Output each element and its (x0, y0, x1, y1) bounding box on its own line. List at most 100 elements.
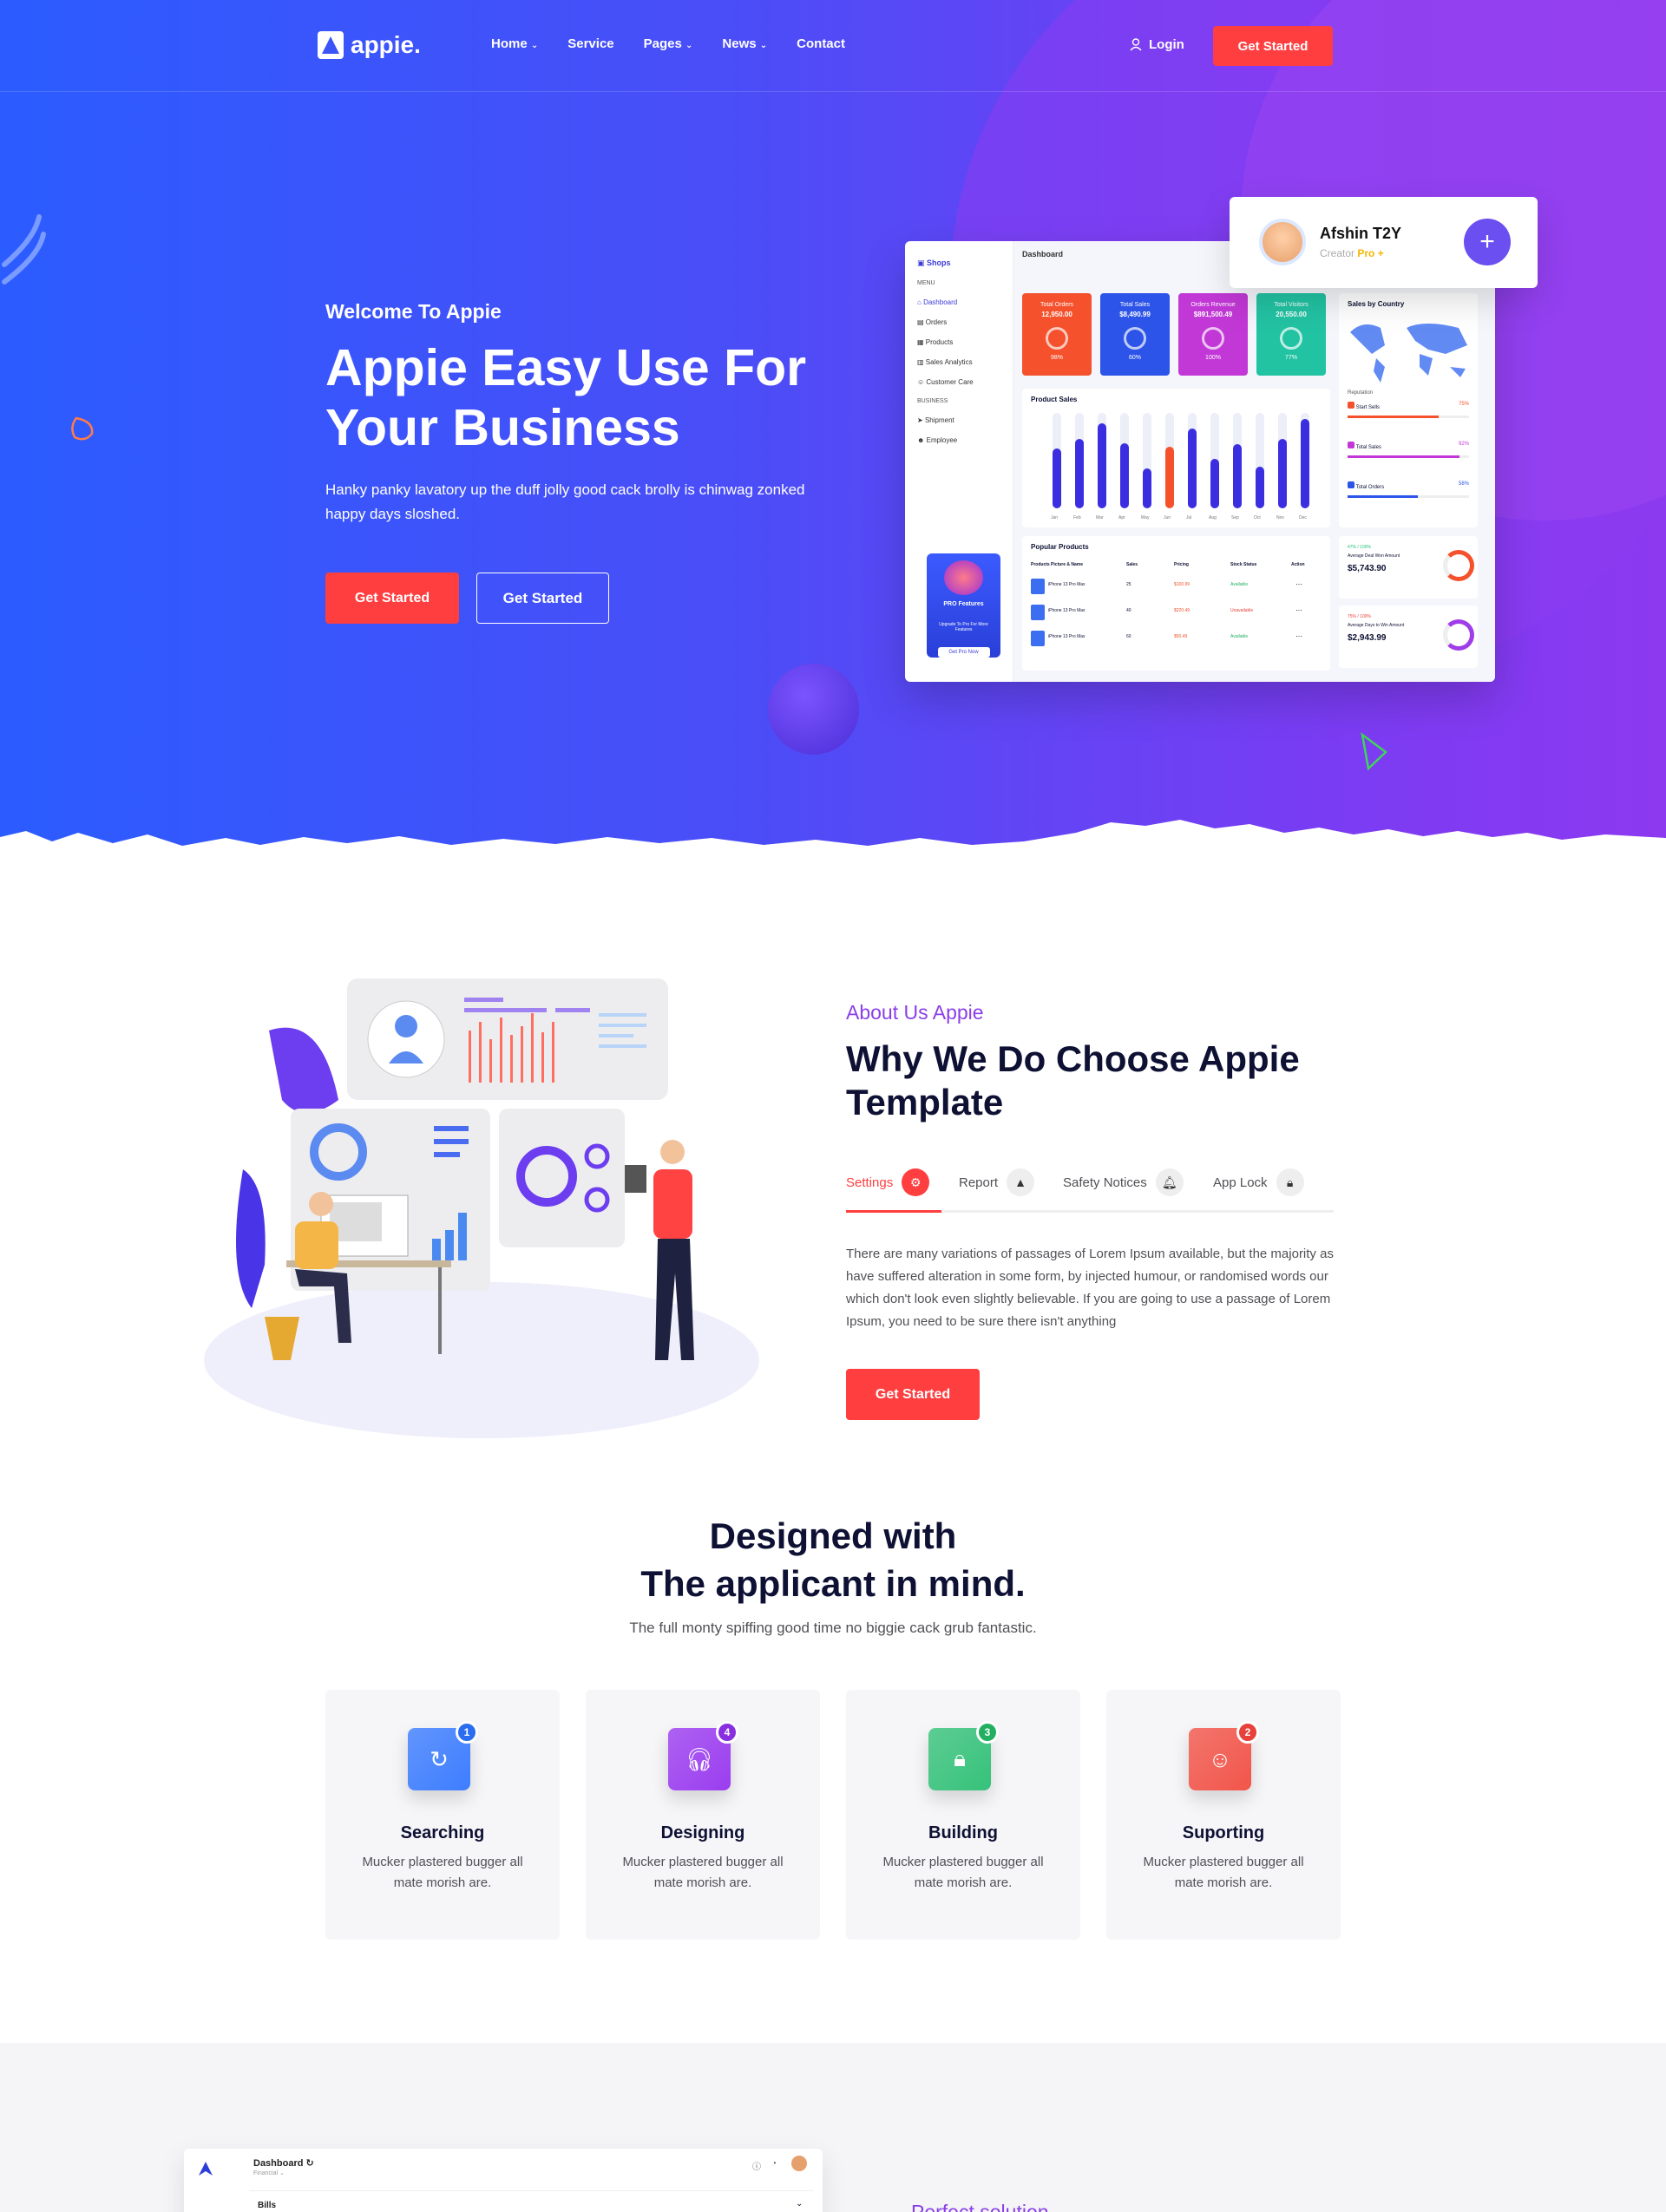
hero-section: appie. Home ⌄ Service Pages ⌄ News ⌄ Con… (0, 0, 1666, 872)
get-pro-button[interactable]: Get Pro Now (937, 647, 990, 658)
feature-title: Suporting (1182, 1823, 1265, 1842)
month-label: Mar (1096, 515, 1104, 520)
features-title: Designed with The applicant in mind. (640, 1515, 1026, 1604)
avatar (1259, 219, 1306, 265)
table-row[interactable]: iPhone 13 Pro Max 40 $220.49 Unavailable ⋯ (1022, 601, 1330, 625)
progress-ring-icon (1443, 619, 1474, 651)
about-title: Why We Do Choose Appie Template (846, 1038, 1300, 1122)
column-header: Products Picture & Name (1031, 562, 1084, 567)
feature-card[interactable]: ↻ 1 Searching Mucker plastered bugger all m… (325, 1690, 560, 1940)
sidebar-item-customer-care[interactable]: ☺ Customer Care (917, 378, 1000, 386)
legend-swatch (1348, 442, 1354, 448)
hero-get-started-outline-button[interactable]: Get Started (476, 573, 609, 624)
column-header: Action (1291, 562, 1305, 567)
logo[interactable]: appie. (318, 31, 421, 59)
about-get-started-button[interactable]: Get Started (846, 1369, 980, 1420)
feature-text: Mucker plastered bugger all mate morish … (622, 1855, 784, 1890)
feature-card[interactable]: 🔒︎ 3 Building Mucker plastered bugger all m… (846, 1690, 1080, 1940)
nav-item-contact[interactable]: Contact (797, 36, 845, 51)
sidebar-item-sales-analytics[interactable]: ▥ Sales Analytics (917, 358, 1000, 366)
deal-label: Average Deal Won Amount (1348, 553, 1400, 559)
nav-item-home[interactable]: Home ⌄ (491, 36, 538, 51)
dashboard-main: Dashboard Total Orders 12,950.00 98% Total … (1013, 241, 1495, 682)
product-sales-panel: Product Sales Jan Feb Mar Apr May Jun Jul Aug Se… (1022, 389, 1330, 527)
chevron-down-icon[interactable]: ⌄ (796, 2199, 803, 2209)
login-link[interactable]: Login (1130, 37, 1184, 52)
gear-icon: ⚙ (902, 1168, 930, 1196)
deal-value: $2,943.99 (1348, 633, 1387, 643)
tab-app-lock[interactable]: App Lock 🔒︎ (1213, 1165, 1304, 1200)
features-subtitle: The full monty spiffing good time no big… (629, 1620, 1037, 1636)
more-icon: ⋯ (1295, 606, 1302, 614)
about-text: There are many variations of passages of… (846, 1247, 1334, 1329)
nav-get-started-button[interactable]: Get Started (1213, 26, 1333, 66)
tab-report[interactable]: Report ▲ (959, 1165, 1035, 1200)
nav-item-service[interactable]: Service (567, 36, 613, 51)
bar (1188, 429, 1197, 508)
menu-label: MENU (917, 280, 935, 286)
more-icon: ⋯ (1295, 632, 1302, 640)
legend-swatch (1348, 481, 1354, 488)
bar (1301, 418, 1309, 508)
sales-country-title: Sales by Country (1348, 300, 1405, 308)
sidebar-item-products[interactable]: ▦ Products (917, 338, 1000, 346)
triangle-outline-icon (1361, 732, 1387, 771)
blob-outline-icon (71, 416, 94, 441)
tab-settings[interactable]: Settings ⚙ (846, 1165, 930, 1200)
divider (249, 2190, 813, 2191)
count-badge: 3 (976, 1721, 999, 1744)
hero-title: Appie Easy Use For Your Business (325, 339, 807, 456)
stat-card: Total Orders 12,950.00 98% (1022, 293, 1092, 376)
legend-row: Total Orders 58% (1348, 481, 1469, 498)
avatar[interactable] (791, 2156, 807, 2171)
month-label: Jul (1186, 515, 1192, 520)
about-subtitle: About Us Appie (846, 1001, 984, 1024)
dashboard-mockup: ▣ Shops MENU ⌂ Dashboard ▤ Orders ▦ Prod… (905, 241, 1495, 682)
feature-text: Mucker plastered bugger all mate morish … (362, 1855, 523, 1890)
feature-title: Designing (660, 1823, 745, 1842)
bell-icon[interactable]: ◔ (771, 2159, 777, 2169)
tab-safety-notices[interactable]: Safety Notices 🔔︎ (1063, 1165, 1184, 1200)
hero-subtitle: Welcome To Appie (325, 300, 502, 323)
sidebar-item-orders[interactable]: ▤ Orders (917, 318, 1000, 326)
days-win-card: 75% / 100% Average Days to Win Amount $2… (1339, 605, 1478, 668)
deal-pct: 47% / 100% (1348, 545, 1371, 550)
logo-mark-icon (199, 2162, 213, 2176)
pro-title: PRO Features (943, 601, 984, 607)
feature-card[interactable]: 🎧︎ 4 Designing Mucker plastered bugger all … (586, 1690, 820, 1940)
product-thumb (1031, 605, 1045, 620)
chevron-down-icon: ⌄ (759, 41, 768, 50)
bar (1210, 458, 1219, 508)
popular-products-title: Popular Products (1031, 543, 1089, 551)
bar (1165, 446, 1174, 508)
table-row[interactable]: iPhone 13 Pro Max 60 $50.49 Available ⋯ (1022, 627, 1330, 651)
top-navbar: appie. Home ⌄ Service Pages ⌄ News ⌄ Con… (0, 0, 1666, 92)
sidebar-item-dashboard[interactable]: ⌂ Dashboard (917, 298, 1000, 306)
sidebar-item-shipment[interactable]: ➤ Shipment (917, 416, 1000, 424)
stat-card: Total Visitors 20,550.00 77% (1256, 293, 1326, 376)
deal-pct: 75% / 100% (1348, 614, 1371, 619)
deal-value: $5,743.90 (1348, 564, 1387, 573)
add-button[interactable]: + (1464, 219, 1511, 265)
month-label: May (1141, 515, 1150, 520)
sidebar-item-employee[interactable]: ☻ Employee (917, 436, 1000, 444)
feature-title: Searching (400, 1823, 485, 1842)
month-label: Aug (1209, 515, 1217, 520)
feature-card[interactable]: ☺ 2 Suporting Mucker plastered bugger all m… (1106, 1690, 1341, 1940)
deal-won-card: 47% / 100% Average Deal Won Amount $5,74… (1339, 536, 1478, 599)
dashboard-sidebar: ▣ Shops MENU ⌂ Dashboard ▤ Orders ▦ Prod… (905, 241, 1013, 682)
profile-name: Afshin T2Y (1320, 225, 1402, 242)
hero-get-started-button[interactable]: Get Started (325, 573, 459, 624)
month-label: Oct (1254, 515, 1261, 520)
progress-ring-icon (1202, 327, 1224, 350)
about-illustration (200, 978, 764, 1438)
help-icon[interactable]: ⓘ (752, 2159, 761, 2172)
progress-ring-icon (1280, 327, 1302, 350)
reputation-label: Reputation (1348, 390, 1374, 396)
table-row[interactable]: iPhone 13 Pro Max 25 $100.99 Available ⋯ (1022, 575, 1330, 599)
perfect-solution-title: Perfect solution (911, 2201, 1049, 2212)
bar (1075, 438, 1084, 508)
feature-text: Mucker plastered bugger all mate morish … (882, 1855, 1044, 1890)
nav-item-news[interactable]: News ⌄ (722, 36, 767, 51)
nav-item-pages[interactable]: Pages ⌄ (644, 36, 693, 51)
